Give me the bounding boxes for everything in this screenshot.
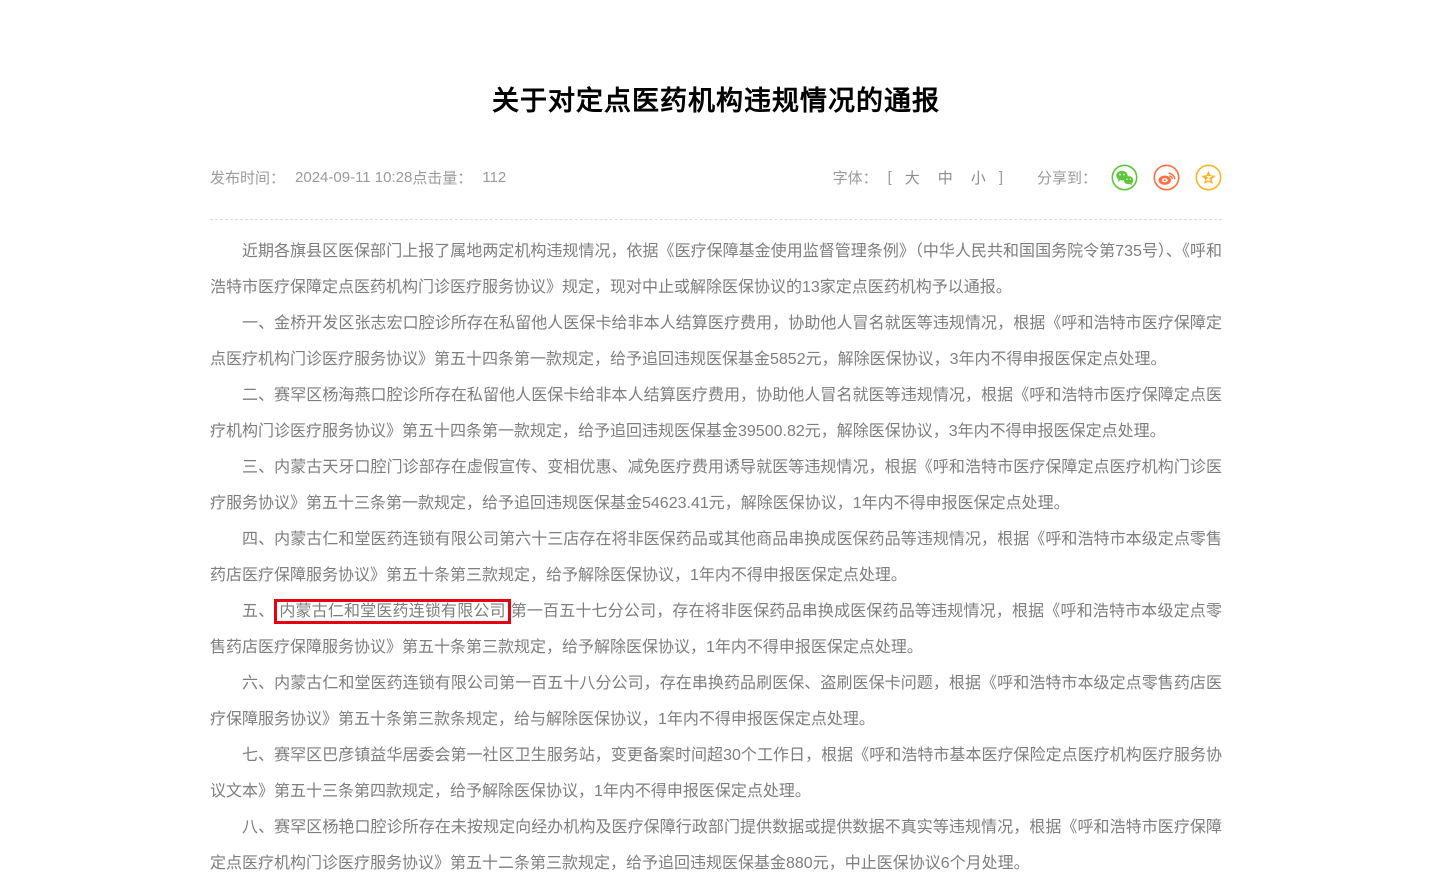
share-icon-group bbox=[1111, 164, 1222, 191]
bracket-open: [ bbox=[888, 169, 892, 186]
meta-bar: 发布时间： 2024-09-11 10:28 点击量： 112 字体： [ 大 … bbox=[210, 164, 1222, 191]
publish-time-value: 2024-09-11 10:28 bbox=[295, 169, 412, 186]
clicks-value: 112 bbox=[482, 169, 506, 186]
publish-time-label: 发布时间： bbox=[210, 167, 285, 188]
qzone-icon bbox=[1195, 164, 1222, 191]
article-container: 关于对定点医药机构违规情况的通报 发布时间： 2024-09-11 10:28 … bbox=[210, 0, 1222, 882]
paragraph-text: 六、内蒙古仁和堂医药连锁有限公司第一百五十八分公司，存在串换药品刷医保、盗刷医保… bbox=[210, 675, 1222, 728]
article-paragraph: 五、内蒙古仁和堂医药连锁有限公司第一百五十七分公司，存在将非医保药品串换成医保药… bbox=[210, 594, 1222, 666]
article-body: 近期各旗县区医保部门上报了属地两定机构违规情况，依据《医疗保障基金使用监督管理条… bbox=[210, 234, 1222, 882]
article-paragraph: 近期各旗县区医保部门上报了属地两定机构违规情况，依据《医疗保障基金使用监督管理条… bbox=[210, 234, 1222, 306]
notice-page: 关于对定点医药机构违规情况的通报 发布时间： 2024-09-11 10:28 … bbox=[0, 0, 1432, 893]
paragraph-text: 一、金桥开发区张志宏口腔诊所存在私留他人医保卡给非本人结算医疗费用，协助他人冒名… bbox=[210, 315, 1222, 368]
toolbar: 字体： [ 大 中 小 ] 分享到： bbox=[833, 164, 1222, 191]
article-paragraph: 四、内蒙古仁和堂医药连锁有限公司第六十三店存在将非医保药品或其他商品串换成医保药… bbox=[210, 522, 1222, 594]
font-size-medium-button[interactable]: 中 bbox=[938, 167, 953, 188]
highlighted-company-name: 内蒙古仁和堂医药连锁有限公司 bbox=[274, 599, 510, 624]
font-size-large-button[interactable]: 大 bbox=[905, 167, 920, 188]
paragraph-text: 二、赛罕区杨海燕口腔诊所存在私留他人医保卡给非本人结算医疗费用，协助他人冒名就医… bbox=[210, 387, 1222, 440]
weibo-icon bbox=[1153, 164, 1180, 191]
article-paragraph: 三、内蒙古天牙口腔门诊部存在虚假宣传、变相优惠、减免医疗费用诱导就医等违规情况，… bbox=[210, 450, 1222, 522]
qzone-share-button[interactable] bbox=[1195, 164, 1222, 191]
section-divider bbox=[210, 219, 1222, 220]
paragraph-text: 近期各旗县区医保部门上报了属地两定机构违规情况，依据《医疗保障基金使用监督管理条… bbox=[210, 243, 1222, 296]
clicks-label: 点击量： bbox=[412, 167, 472, 188]
wechat-icon bbox=[1111, 164, 1138, 191]
font-size-small-button[interactable]: 小 bbox=[971, 167, 986, 188]
paragraph-text: 八、赛罕区杨艳口腔诊所存在未按规定向经办机构及医疗保障行政部门提供数据或提供数据… bbox=[210, 819, 1222, 872]
article-paragraph: 七、赛罕区巴彦镇益华居委会第一社区卫生服务站，变更备案时间超30个工作日，根据《… bbox=[210, 738, 1222, 810]
publish-info: 发布时间： 2024-09-11 10:28 点击量： 112 bbox=[210, 167, 506, 188]
paragraph-text: 七、赛罕区巴彦镇益华居委会第一社区卫生服务站，变更备案时间超30个工作日，根据《… bbox=[210, 747, 1222, 800]
article-paragraph: 二、赛罕区杨海燕口腔诊所存在私留他人医保卡给非本人结算医疗费用，协助他人冒名就医… bbox=[210, 378, 1222, 450]
weibo-share-button[interactable] bbox=[1153, 164, 1180, 191]
font-size-label: 字体： bbox=[833, 167, 878, 188]
article-paragraph: 一、金桥开发区张志宏口腔诊所存在私留他人医保卡给非本人结算医疗费用，协助他人冒名… bbox=[210, 306, 1222, 378]
paragraph-text: 五、 bbox=[242, 603, 274, 620]
wechat-share-button[interactable] bbox=[1111, 164, 1138, 191]
article-paragraph: 六、内蒙古仁和堂医药连锁有限公司第一百五十八分公司，存在串换药品刷医保、盗刷医保… bbox=[210, 666, 1222, 738]
article-paragraph: 八、赛罕区杨艳口腔诊所存在未按规定向经办机构及医疗保障行政部门提供数据或提供数据… bbox=[210, 810, 1222, 882]
paragraph-text: 三、内蒙古天牙口腔门诊部存在虚假宣传、变相优惠、减免医疗费用诱导就医等违规情况，… bbox=[210, 459, 1222, 512]
bracket-close: ] bbox=[999, 169, 1003, 186]
share-to-label: 分享到： bbox=[1037, 167, 1097, 188]
paragraph-text: 四、内蒙古仁和堂医药连锁有限公司第六十三店存在将非医保药品或其他商品串换成医保药… bbox=[210, 531, 1222, 584]
page-title: 关于对定点医药机构违规情况的通报 bbox=[210, 0, 1222, 118]
